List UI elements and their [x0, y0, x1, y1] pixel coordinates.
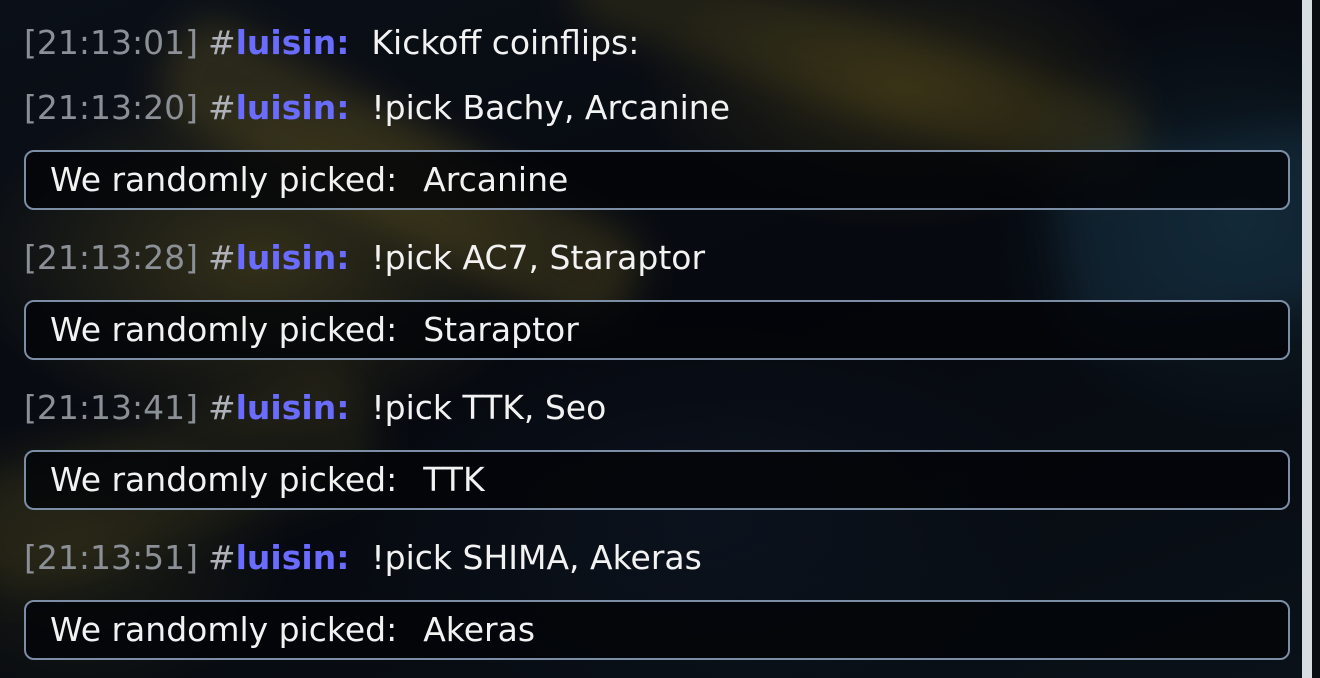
- message-text: !pick Bachy, Arcanine: [371, 88, 731, 127]
- chat-message: [21:13:28] #luisin: !pick AC7, Staraptor: [24, 238, 705, 278]
- result-value: Akeras: [423, 610, 536, 649]
- message-username[interactable]: luisin: [236, 88, 337, 127]
- result-label: We randomly picked:: [50, 610, 398, 649]
- result-label: We randomly picked:: [50, 310, 398, 349]
- random-pick-result: We randomly picked: Akeras: [24, 600, 1290, 660]
- message-text: Kickoff coinflips:: [371, 23, 640, 62]
- message-username[interactable]: luisin: [236, 538, 337, 577]
- result-value: TTK: [423, 460, 485, 499]
- result-label: We randomly picked:: [50, 160, 398, 199]
- chat-message: [21:13:41] #luisin: !pick TTK, Seo: [24, 388, 606, 428]
- username-separator: :: [336, 88, 350, 127]
- random-pick-result: We randomly picked: Arcanine: [24, 150, 1290, 210]
- scrollbar-gutter: [1312, 0, 1320, 678]
- result-label: We randomly picked:: [50, 460, 398, 499]
- chat-scrollbar[interactable]: [1302, 0, 1312, 678]
- message-username[interactable]: luisin: [236, 238, 337, 277]
- message-username[interactable]: luisin: [236, 23, 337, 62]
- message-timestamp: [21:13:20]: [24, 88, 198, 127]
- channel-hash: #: [207, 88, 236, 127]
- chat-log: [21:13:01] #luisin: Kickoff coinflips: [21…: [0, 0, 1302, 678]
- channel-hash: #: [207, 538, 236, 577]
- message-text: !pick SHIMA, Akeras: [371, 538, 702, 577]
- channel-hash: #: [207, 388, 236, 427]
- message-timestamp: [21:13:41]: [24, 388, 198, 427]
- username-separator: :: [336, 23, 350, 62]
- chat-message: [21:13:01] #luisin: Kickoff coinflips:: [24, 23, 639, 63]
- message-text: !pick TTK, Seo: [371, 388, 607, 427]
- message-text: !pick AC7, Staraptor: [371, 238, 706, 277]
- channel-hash: #: [207, 23, 236, 62]
- random-pick-result: We randomly picked: Staraptor: [24, 300, 1290, 360]
- message-username[interactable]: luisin: [236, 388, 337, 427]
- message-timestamp: [21:13:01]: [24, 23, 198, 62]
- chat-message: [21:13:51] #luisin: !pick SHIMA, Akeras: [24, 538, 702, 578]
- result-value: Arcanine: [423, 160, 569, 199]
- chat-message: [21:13:20] #luisin: !pick Bachy, Arcanine: [24, 88, 730, 128]
- message-timestamp: [21:13:28]: [24, 238, 198, 277]
- random-pick-result: We randomly picked: TTK: [24, 450, 1290, 510]
- message-timestamp: [21:13:51]: [24, 538, 198, 577]
- username-separator: :: [336, 388, 350, 427]
- channel-hash: #: [207, 238, 236, 277]
- username-separator: :: [336, 238, 350, 277]
- username-separator: :: [336, 538, 350, 577]
- result-value: Staraptor: [423, 310, 579, 349]
